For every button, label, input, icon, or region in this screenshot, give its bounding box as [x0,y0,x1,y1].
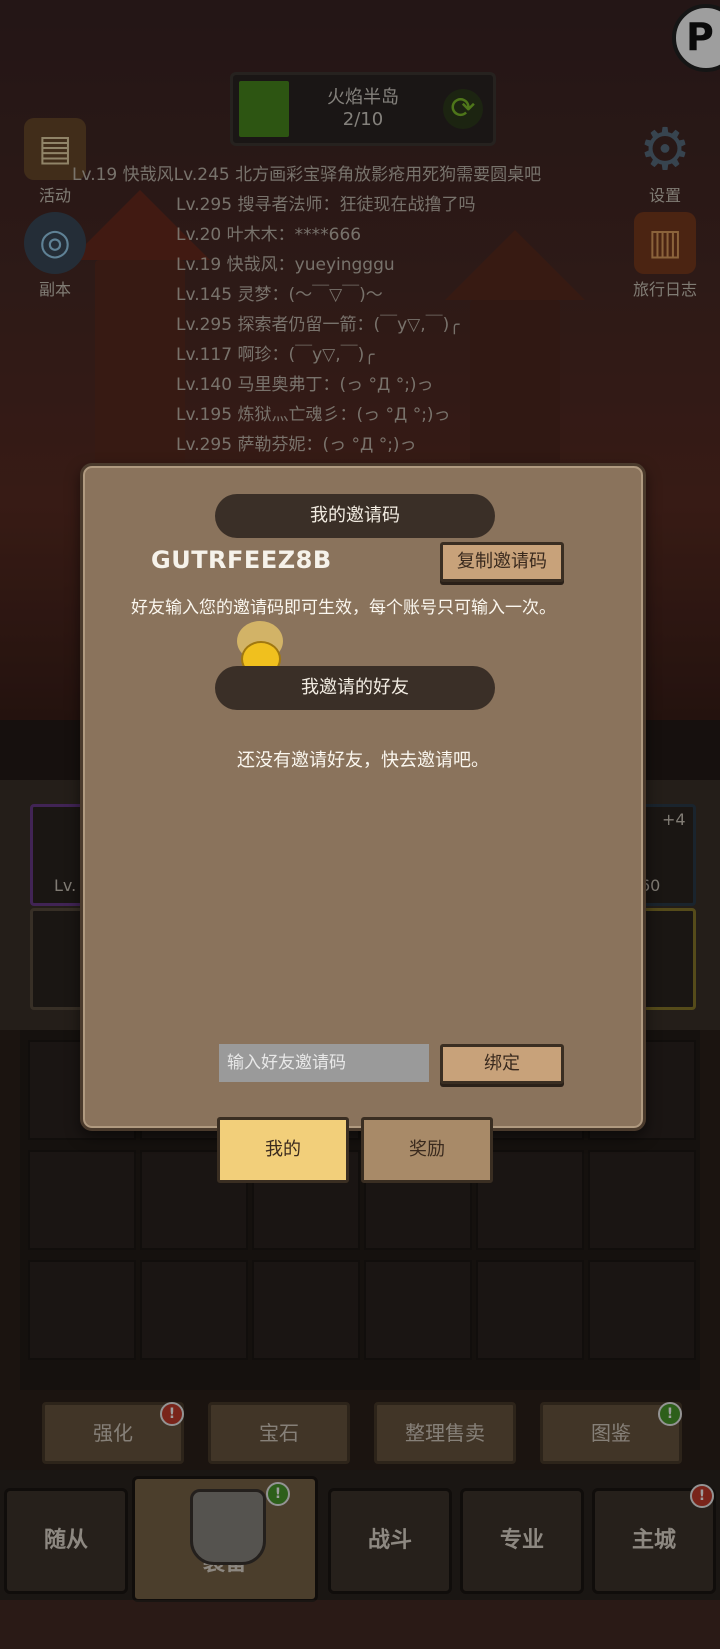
empty-friends-text: 还没有邀请好友，快去邀请吧。 [237,750,489,771]
invite-code-input[interactable] [219,1044,429,1082]
invite-dialog: 我的邀请码 GUTRFEEZ8B 复制邀请码 好友输入您的邀请码即可生效，每个账… [80,463,646,1131]
tab-reward[interactable]: 奖励 [361,1117,493,1183]
bind-button[interactable]: 绑定 [440,1044,564,1084]
invite-code: GUTRFEEZ8B [151,546,332,574]
copy-code-button[interactable]: 复制邀请码 [440,542,564,582]
my-code-title: 我的邀请码 [215,494,495,538]
friends-title: 我邀请的好友 [215,666,495,710]
invite-note: 好友输入您的邀请码即可生效，每个账号只可输入一次。 [131,598,556,618]
tab-mine[interactable]: 我的 [217,1117,349,1183]
